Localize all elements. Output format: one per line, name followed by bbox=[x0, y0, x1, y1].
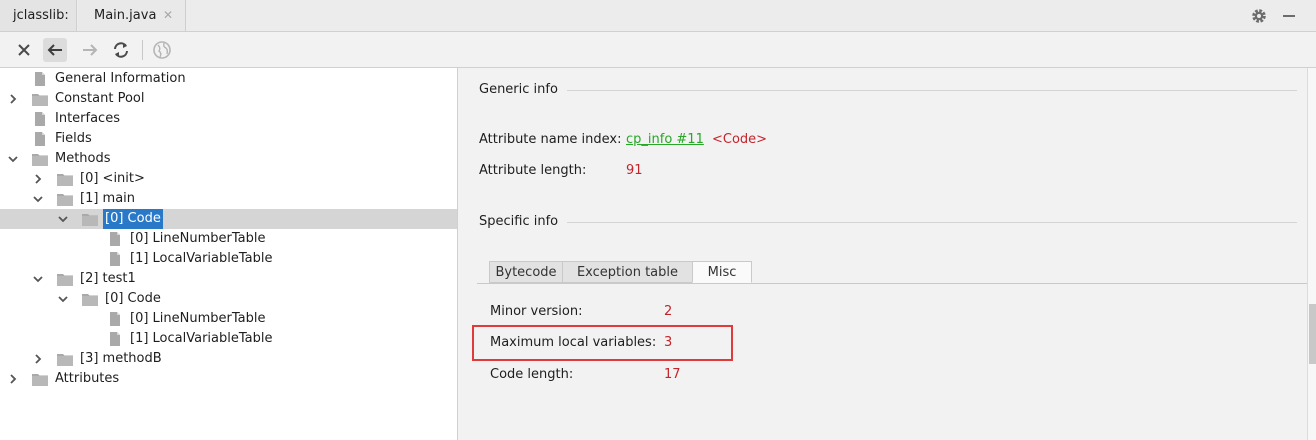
chevron-down-icon[interactable] bbox=[56, 292, 70, 306]
file-icon bbox=[110, 232, 120, 246]
tree-leaf[interactable]: [0] LineNumberTable bbox=[0, 309, 457, 329]
minor-version-label: Minor version: bbox=[490, 304, 583, 319]
tree-node[interactable]: [0] Code bbox=[0, 209, 457, 229]
arrow-left-icon bbox=[47, 44, 62, 56]
tab-main-java[interactable]: Main.java ✕ bbox=[78, 0, 186, 31]
close-icon[interactable] bbox=[12, 38, 36, 62]
minimize-icon[interactable] bbox=[1283, 15, 1295, 17]
chevron-down-icon[interactable] bbox=[56, 212, 70, 226]
folder-icon bbox=[32, 154, 48, 166]
file-icon bbox=[110, 312, 120, 326]
tree-item-label: Fields bbox=[55, 131, 92, 146]
file-icon bbox=[35, 112, 45, 126]
toolbar bbox=[0, 32, 1316, 68]
minor-version-value: 2 bbox=[664, 304, 673, 319]
class-structure-tree: General Information Constant Pool Interfac… bbox=[0, 68, 458, 440]
tree-node[interactable]: [0] <init> bbox=[0, 169, 457, 189]
chevron-right-icon[interactable] bbox=[31, 352, 45, 366]
tab-misc[interactable]: Misc bbox=[692, 261, 752, 283]
folder-icon bbox=[57, 274, 73, 286]
tree-node[interactable]: Methods bbox=[0, 149, 457, 169]
file-icon bbox=[110, 332, 120, 346]
tree-item-label: [2] test1 bbox=[80, 271, 136, 286]
folder-icon bbox=[57, 174, 73, 186]
folder-icon bbox=[57, 194, 73, 206]
scrollbar-thumb[interactable] bbox=[1309, 304, 1316, 364]
attribute-length-value: 91 bbox=[626, 163, 643, 178]
chevron-down-icon[interactable] bbox=[6, 152, 20, 166]
scrollbar[interactable] bbox=[1307, 68, 1316, 440]
detail-panel: Generic info Attribute name index: cp_in… bbox=[459, 68, 1307, 440]
generic-info-title: Generic info bbox=[479, 82, 558, 97]
attribute-length-label: Attribute length: bbox=[479, 163, 587, 178]
tree-node[interactable]: Constant Pool bbox=[0, 89, 457, 109]
chevron-right-icon[interactable] bbox=[31, 172, 45, 186]
tree-node[interactable]: [1] main bbox=[0, 189, 457, 209]
tree-item-label: [1] main bbox=[80, 191, 136, 206]
highlight-box bbox=[472, 325, 733, 361]
tree-item-label: [0] LineNumberTable bbox=[130, 311, 266, 326]
file-icon bbox=[110, 252, 120, 266]
toolbar-separator bbox=[142, 40, 143, 60]
tree-item-label: Interfaces bbox=[55, 111, 120, 126]
tree-leaf[interactable]: [1] LocalVariableTable bbox=[0, 329, 457, 349]
file-icon bbox=[35, 72, 45, 86]
specific-info-title: Specific info bbox=[479, 214, 559, 229]
tree-node[interactable]: [3] methodB bbox=[0, 349, 457, 369]
folder-icon bbox=[32, 94, 48, 106]
close-icon[interactable]: ✕ bbox=[163, 0, 173, 31]
tree-item-label: [0] <init> bbox=[80, 171, 145, 186]
tree-node[interactable]: [0] Code bbox=[0, 289, 457, 309]
cp-info-link[interactable]: cp_info #11 bbox=[626, 132, 704, 147]
tree-item-label: Constant Pool bbox=[55, 91, 145, 106]
globe-icon[interactable] bbox=[150, 38, 174, 62]
divider bbox=[567, 222, 1297, 223]
tab-jclasslib[interactable]: jclasslib: bbox=[0, 0, 77, 31]
tree-item-label: [0] LineNumberTable bbox=[130, 231, 266, 246]
file-icon bbox=[35, 132, 45, 146]
tree-leaf[interactable]: [1] LocalVariableTable bbox=[0, 249, 457, 269]
arrow-right-icon[interactable] bbox=[78, 38, 102, 62]
tree-item-label: [3] methodB bbox=[80, 351, 162, 366]
tab-label: Main.java bbox=[94, 8, 157, 23]
tree-item-label: [1] LocalVariableTable bbox=[130, 251, 273, 266]
chevron-down-icon[interactable] bbox=[31, 192, 45, 206]
specific-info-tabs: Bytecode Exception table Misc bbox=[477, 260, 1307, 284]
attribute-name-index-label: Attribute name index: bbox=[479, 132, 622, 147]
folder-icon bbox=[32, 374, 48, 386]
tab-label: jclasslib: bbox=[13, 8, 69, 23]
attribute-name-value: <Code> bbox=[712, 132, 768, 147]
tree-node[interactable]: Attributes bbox=[0, 369, 457, 389]
back-button[interactable] bbox=[43, 38, 67, 62]
chevron-down-icon[interactable] bbox=[31, 272, 45, 286]
tree-leaf[interactable]: [0] LineNumberTable bbox=[0, 229, 457, 249]
tree-item-label: [0] Code bbox=[103, 209, 163, 229]
tree-leaf[interactable]: General Information bbox=[0, 69, 457, 89]
refresh-icon[interactable] bbox=[109, 38, 133, 62]
chevron-right-icon[interactable] bbox=[6, 372, 20, 386]
gear-icon[interactable] bbox=[1250, 7, 1268, 25]
folder-icon bbox=[82, 294, 98, 306]
tree-item-label: Attributes bbox=[55, 371, 120, 386]
tab-bytecode[interactable]: Bytecode bbox=[489, 261, 563, 283]
editor-tab-bar: jclasslib: Main.java ✕ bbox=[0, 0, 1316, 32]
tree-leaf[interactable]: Fields bbox=[0, 129, 457, 149]
divider bbox=[567, 90, 1297, 91]
tree-item-label: [1] LocalVariableTable bbox=[130, 331, 273, 346]
folder-icon bbox=[82, 214, 98, 226]
tree-item-label: General Information bbox=[55, 71, 186, 86]
tree-node[interactable]: [2] test1 bbox=[0, 269, 457, 289]
tree-item-label: [0] Code bbox=[105, 291, 161, 306]
folder-icon bbox=[57, 354, 73, 366]
code-length-label: Code length: bbox=[490, 367, 574, 382]
code-length-value: 17 bbox=[664, 367, 681, 382]
tab-exception-table[interactable]: Exception table bbox=[562, 261, 693, 283]
tree-leaf[interactable]: Interfaces bbox=[0, 109, 457, 129]
chevron-right-icon[interactable] bbox=[6, 92, 20, 106]
tree-item-label: Methods bbox=[55, 151, 111, 166]
